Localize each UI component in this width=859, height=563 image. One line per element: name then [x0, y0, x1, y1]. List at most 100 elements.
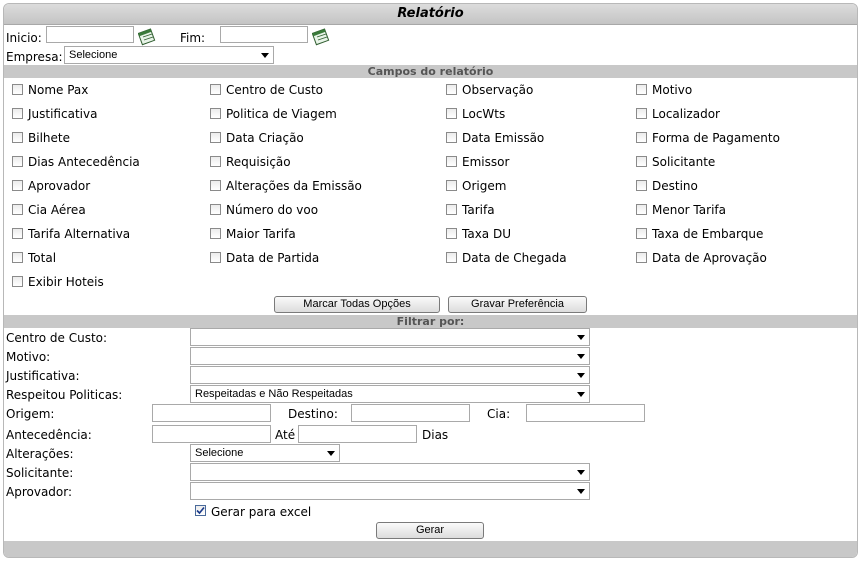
field-checkbox-data-criacao[interactable] [210, 132, 221, 143]
alteracoes-select[interactable]: Selecione [190, 444, 340, 462]
field-checkbox-solicitante[interactable] [636, 156, 647, 167]
field-checkbox-total[interactable] [12, 252, 23, 263]
end-date-input[interactable] [220, 26, 308, 43]
field-checkbox-data-de-partida[interactable] [210, 252, 221, 263]
field-checkbox-taxa-du[interactable] [446, 228, 457, 239]
field-label-exibir-hoteis: Exibir Hoteis [28, 275, 104, 289]
field-label-destino: Destino [652, 179, 698, 193]
calendar-icon[interactable] [138, 26, 158, 46]
field-checkbox-locwts[interactable] [446, 108, 457, 119]
field-label-nome-pax: Nome Pax [28, 83, 89, 97]
field-label-alteracoes-da-emissao: Alterações da Emissão [226, 179, 362, 193]
antecedencia-label: Antecedência: [6, 428, 92, 442]
solicitante-label: Solicitante: [6, 466, 74, 480]
cia-label: Cia: [487, 407, 511, 421]
empresa-select[interactable]: Selecione [64, 46, 274, 64]
field-checkbox-destino[interactable] [636, 180, 647, 191]
field-checkbox-data-de-aprovacao[interactable] [636, 252, 647, 263]
aprovador-label: Aprovador: [6, 485, 73, 499]
respeitou-politicas-value: Respeitadas e Não Respeitadas [195, 388, 353, 400]
field-checkbox-localizador[interactable] [636, 108, 647, 119]
field-label-politica-de-viagem: Politica de Viagem [226, 107, 337, 121]
field-checkbox-justificativa[interactable] [12, 108, 23, 119]
generate-button[interactable]: Gerar [376, 522, 484, 539]
save-preference-button[interactable]: Gravar Preferência [448, 296, 587, 313]
filter-section-header: Filtrar por: [4, 315, 857, 328]
field-checkbox-motivo[interactable] [636, 84, 647, 95]
field-checkbox-exibir-hoteis[interactable] [12, 276, 23, 287]
chevron-down-icon [577, 392, 585, 397]
justificativa-label: Justificativa: [6, 369, 80, 383]
mark-all-button[interactable]: Marcar Todas Opções [274, 296, 440, 313]
field-label-tarifa-alternativa: Tarifa Alternativa [28, 227, 131, 241]
centro-custo-select[interactable] [190, 328, 590, 346]
field-checkbox-origem[interactable] [446, 180, 457, 191]
destino-label: Destino: [288, 407, 338, 421]
field-label-requisicao: Requisição [226, 155, 291, 169]
field-checkbox-tarifa-alternativa[interactable] [12, 228, 23, 239]
field-label-cia-aerea: Cia Aérea [28, 203, 86, 217]
panel-footer [4, 541, 857, 557]
field-label-justificativa: Justificativa [28, 107, 98, 121]
chevron-down-icon [577, 470, 585, 475]
field-label-observacao: Observação [462, 83, 534, 97]
field-checkbox-observacao[interactable] [446, 84, 457, 95]
field-label-motivo: Motivo [652, 83, 693, 97]
field-checkbox-taxa-de-embarque[interactable] [636, 228, 647, 239]
destino-input[interactable] [351, 404, 470, 422]
field-label-data-criacao: Data Criação [226, 131, 304, 145]
antecedencia-to-input[interactable] [298, 425, 417, 443]
motivo-select[interactable] [190, 347, 590, 365]
excel-checkbox[interactable] [195, 505, 206, 516]
calendar-icon[interactable] [312, 26, 332, 46]
chevron-down-icon [577, 354, 585, 359]
field-checkbox-forma-de-pagamento[interactable] [636, 132, 647, 143]
field-checkbox-bilhete[interactable] [12, 132, 23, 143]
checkmark-icon [196, 506, 205, 515]
field-checkbox-maior-tarifa[interactable] [210, 228, 221, 239]
field-label-data-emissao: Data Emissão [462, 131, 545, 145]
field-checkbox-centro-de-custo[interactable] [210, 84, 221, 95]
start-date-label: Inicio: [6, 31, 42, 45]
justificativa-select[interactable] [190, 366, 590, 384]
solicitante-select[interactable] [190, 463, 590, 481]
panel-title: Relatório [4, 4, 857, 25]
field-label-numero-do-voo: Número do voo [226, 203, 319, 217]
aprovador-select[interactable] [190, 482, 590, 500]
field-checkbox-emissor[interactable] [446, 156, 457, 167]
chevron-down-icon [261, 53, 269, 58]
empresa-label: Empresa: [6, 50, 63, 64]
antecedencia-unit-label: Dias [422, 428, 449, 442]
field-label-tarifa: Tarifa [462, 203, 495, 217]
start-date-input[interactable] [46, 26, 134, 43]
field-label-taxa-de-embarque: Taxa de Embarque [652, 227, 764, 241]
field-checkbox-politica-de-viagem[interactable] [210, 108, 221, 119]
antecedencia-ate-label: Até [275, 428, 296, 442]
field-checkbox-data-emissao[interactable] [446, 132, 457, 143]
field-label-emissor: Emissor [462, 155, 510, 169]
origem-label: Origem: [6, 407, 55, 421]
field-checkbox-nome-pax[interactable] [12, 84, 23, 95]
field-checkbox-dias-antecedencia[interactable] [12, 156, 23, 167]
field-label-origem: Origem [462, 179, 507, 193]
respeitou-politicas-select[interactable]: Respeitadas e Não Respeitadas [190, 385, 590, 403]
field-checkbox-aprovador[interactable] [12, 180, 23, 191]
field-label-data-de-aprovacao: Data de Aprovação [652, 251, 767, 265]
cia-input[interactable] [526, 404, 645, 422]
field-checkbox-tarifa[interactable] [446, 204, 457, 215]
field-checkbox-cia-aerea[interactable] [12, 204, 23, 215]
field-label-localizador: Localizador [652, 107, 720, 121]
field-checkbox-requisicao[interactable] [210, 156, 221, 167]
respeitou-politicas-label: Respeitou Politicas: [6, 388, 123, 402]
field-label-data-de-chegada: Data de Chegada [462, 251, 567, 265]
field-checkbox-data-de-chegada[interactable] [446, 252, 457, 263]
alteracoes-label: Alterações: [6, 447, 74, 461]
origem-input[interactable] [152, 404, 271, 422]
campos-section-header: Campos do relatório [4, 65, 857, 78]
antecedencia-from-input[interactable] [152, 425, 271, 443]
field-checkbox-menor-tarifa[interactable] [636, 204, 647, 215]
chevron-down-icon [577, 335, 585, 340]
field-checkbox-alteracoes-da-emissao[interactable] [210, 180, 221, 191]
field-label-total: Total [28, 251, 57, 265]
field-checkbox-numero-do-voo[interactable] [210, 204, 221, 215]
